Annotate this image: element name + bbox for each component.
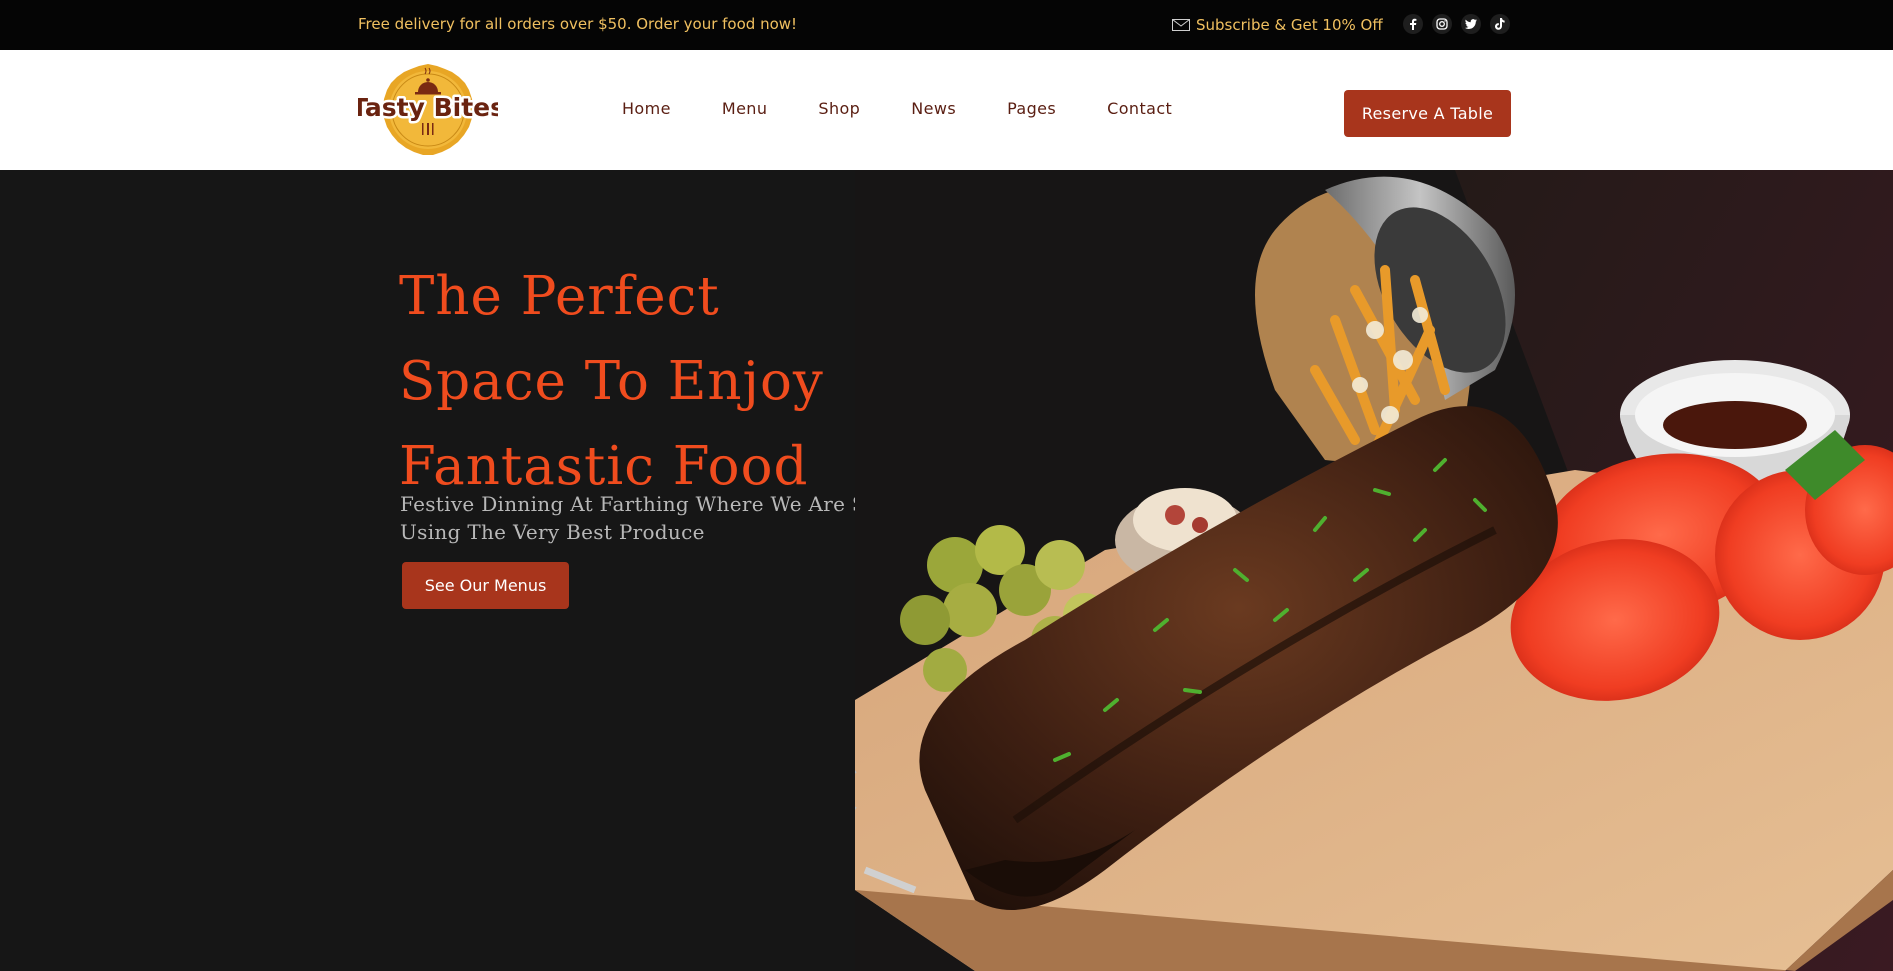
see-our-menus-button[interactable]: See Our Menus (402, 562, 569, 609)
twitter-icon[interactable] (1461, 14, 1481, 34)
logo-text: Tasty Bites (358, 93, 498, 122)
subscribe-label: Subscribe & Get 10% Off (1196, 16, 1383, 34)
reserve-table-button[interactable]: Reserve A Table (1344, 90, 1511, 137)
nav-menu[interactable]: Menu (722, 99, 768, 118)
tiktok-icon[interactable] (1490, 14, 1510, 34)
hero-title: The Perfect Space To Enjoy Fantastic Foo… (399, 254, 824, 509)
hero-title-line: Space To Enjoy (399, 351, 824, 412)
site-header: Tasty Bites Tasty Bites Home Menu Shop N… (0, 50, 1893, 170)
mail-icon (1172, 19, 1190, 31)
promo-text: Free delivery for all orders over $50. O… (358, 15, 798, 33)
top-bar: Free delivery for all orders over $50. O… (0, 0, 1893, 50)
social-links (1403, 14, 1510, 34)
nav-contact[interactable]: Contact (1107, 99, 1172, 118)
instagram-icon[interactable] (1432, 14, 1452, 34)
nav-news[interactable]: News (911, 99, 956, 118)
nav-home[interactable]: Home (622, 99, 671, 118)
hero-title-line: The Perfect (399, 266, 720, 327)
subscribe-link[interactable]: Subscribe & Get 10% Off (1172, 0, 1383, 50)
tasty-bites-logo[interactable]: Tasty Bites Tasty Bites (349, 63, 507, 157)
nav-shop[interactable]: Shop (818, 99, 860, 118)
nav-pages[interactable]: Pages (1007, 99, 1056, 118)
ribs-platter-image (855, 170, 1893, 971)
hero-section: The Perfect Space To Enjoy Fantastic Foo… (0, 170, 1893, 971)
main-nav: Home Menu Shop News Pages Contact (622, 50, 1223, 170)
facebook-icon[interactable] (1403, 14, 1423, 34)
